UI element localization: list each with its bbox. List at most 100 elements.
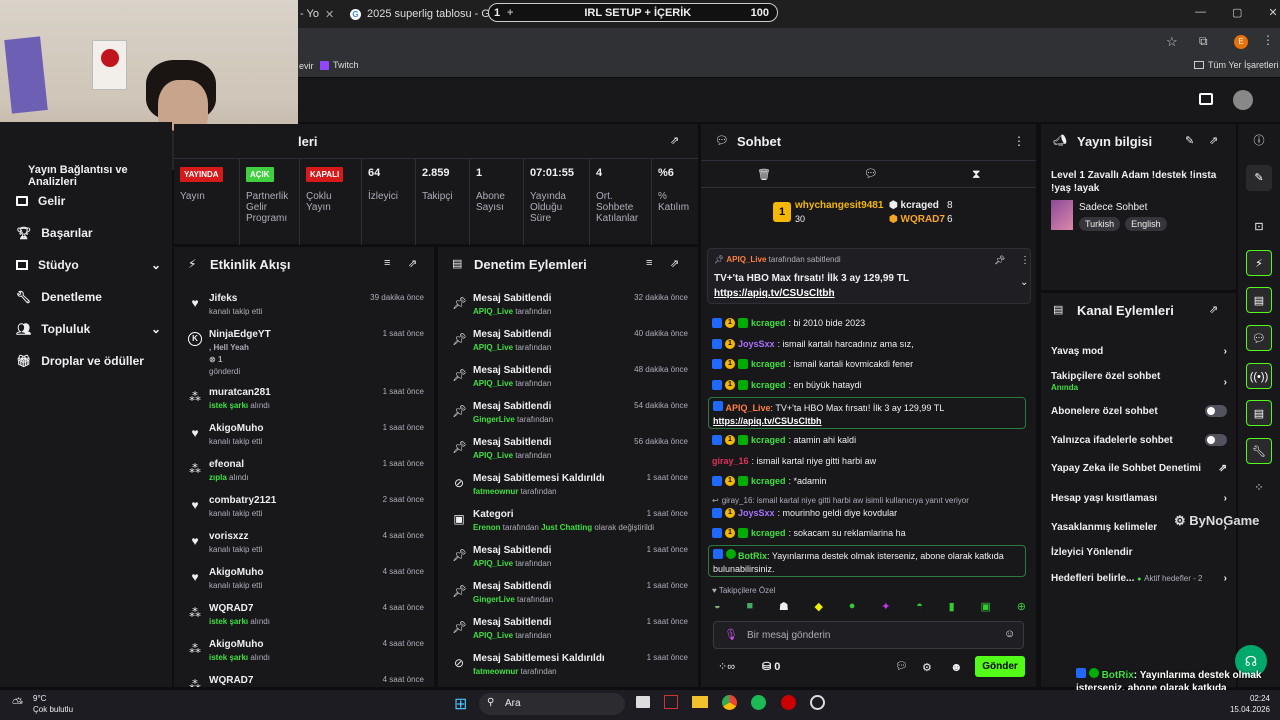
- more-options-icon[interactable]: ⋮: [1013, 134, 1025, 148]
- popout-icon[interactable]: ⇗: [1209, 134, 1218, 147]
- pinned-link[interactable]: https://apiq.tv/CSUsCltbh: [714, 288, 835, 299]
- chevron-down-icon[interactable]: ⌄: [151, 322, 161, 336]
- chat-input[interactable]: 🎙︎ Bir mesaj gönderin ☺: [713, 621, 1024, 649]
- list-item[interactable]: ⊘ Mesaj Sabitlemesi Kaldırıldı fatmeownur …: [442, 473, 694, 509]
- action-slow-mode[interactable]: Yavaş mod ›: [1051, 346, 1227, 357]
- action-subs-only[interactable]: Abonelere özel sohbet: [1051, 405, 1227, 417]
- list-item[interactable]: 📌︎ Mesaj Sabitlendi GingerLive tarafından 1…: [442, 581, 694, 617]
- list-item[interactable]: ⁂ WQRAD7 4 saat önce: [178, 675, 430, 687]
- list-item[interactable]: ♥ Jifeks kanalı takip etti 39 dakika önce: [178, 293, 430, 329]
- list-item[interactable]: ⁂ efeonal zıpla alındı 1 saat önce: [178, 459, 430, 495]
- list-item[interactable]: 📌︎ Mesaj Sabitlendi APIQ_Live tarafından 40…: [442, 329, 694, 365]
- action-account-age[interactable]: Hesap yaşı kısıtlaması ›: [1051, 493, 1227, 504]
- popout-icon[interactable]: ⇗: [670, 257, 679, 270]
- chat-message[interactable]: 1 kcraged: en büyük hataydi: [712, 380, 862, 390]
- edit-icon[interactable]: ✎: [1246, 165, 1272, 191]
- points-display[interactable]: ⛁ 0: [762, 660, 780, 673]
- chat-username[interactable]: JoysSxx: [738, 508, 775, 518]
- list-item[interactable]: ⁂ WQRAD7 istek şarkı alındı 4 saat önce: [178, 603, 430, 639]
- emote-icon[interactable]: ▣: [981, 600, 991, 616]
- close-icon[interactable]: ✕: [325, 8, 334, 21]
- sidebar-item-gelir[interactable]: Gelir: [16, 194, 161, 208]
- tag[interactable]: English: [1125, 217, 1167, 231]
- more-apps-icon[interactable]: ⁘: [1246, 475, 1272, 501]
- bookmark-twitch[interactable]: Twitch: [320, 60, 359, 70]
- chat-username[interactable]: kcraged: [751, 359, 786, 369]
- emote-icon[interactable]: ■: [746, 600, 753, 616]
- action-emote-only[interactable]: Yalnızca ifadelerle sohbet: [1051, 434, 1227, 446]
- emote-icon[interactable]: ◓: [916, 600, 923, 616]
- chat-username[interactable]: giray_16: [712, 456, 749, 466]
- list-item[interactable]: ♥ AkigoMuho kanalı takip etti 4 saat önce: [178, 567, 430, 603]
- chevron-down-icon[interactable]: ⌄: [151, 258, 161, 272]
- bookmark-item[interactable]: evir: [299, 61, 314, 71]
- list-item[interactable]: ⁂ AkigoMuho istek şarkı alındı 4 saat önce: [178, 639, 430, 675]
- category-name[interactable]: Sadece Sohbet: [1079, 202, 1147, 213]
- trash-icon[interactable]: 🗑︎: [757, 168, 771, 181]
- emote-icon[interactable]: ☗: [779, 600, 789, 616]
- sidebar-item-studyo[interactable]: Stüdyo ⌄: [16, 258, 161, 272]
- minimize-icon[interactable]: —: [1195, 6, 1206, 19]
- list-item[interactable]: 📌︎ Mesaj Sabitlendi APIQ_Live tarafından 1 …: [442, 617, 694, 653]
- filter-icon[interactable]: ≡: [646, 257, 652, 269]
- profile-avatar[interactable]: E: [1234, 35, 1248, 49]
- chat-bubble-icon[interactable]: 💬︎: [895, 661, 908, 672]
- mic-icon[interactable]: 🎙︎: [724, 628, 738, 641]
- sidebar-item-denetleme[interactable]: 🔧︎ Denetleme: [16, 290, 161, 304]
- toggle-switch[interactable]: [1205, 405, 1227, 417]
- chat-username[interactable]: kcraged: [751, 380, 786, 390]
- clock-time[interactable]: 02:24: [1218, 694, 1270, 703]
- chat-message[interactable]: 1 kcraged: sokacam su reklamlarina ha: [712, 528, 906, 538]
- list-item[interactable]: ♥ vorisxzz kanalı takip etti 4 saat önce: [178, 531, 430, 567]
- all-bookmarks[interactable]: Tüm Yer İşaretleri: [1194, 60, 1279, 70]
- chat-message[interactable]: 1 JoysSxx: mourinho geldi diye kovdular: [712, 508, 897, 518]
- pin-icon[interactable]: 📌︎: [994, 255, 1005, 266]
- wrench-icon[interactable]: 🔧︎: [1246, 438, 1272, 464]
- chat-bubble-icon[interactable]: 💬︎: [864, 167, 878, 180]
- more-options-icon[interactable]: ⋮: [1020, 255, 1030, 266]
- emote-icon[interactable]: ●: [849, 600, 856, 616]
- maximize-icon[interactable]: ▢: [1232, 6, 1242, 19]
- chevron-down-icon[interactable]: ⌄: [1020, 277, 1028, 288]
- points-icon[interactable]: ⁘∞: [718, 660, 735, 673]
- emote-icon[interactable]: ⊕: [1017, 600, 1026, 616]
- sidebar-item-label[interactable]: Yayın Bağlantısı ve Analizleri: [28, 164, 172, 188]
- list-item[interactable]: 📌︎ Mesaj Sabitlendi APIQ_Live tarafından 1 …: [442, 545, 694, 581]
- chat-message[interactable]: 1 kcraged: bi 2010 bide 2023: [712, 318, 865, 328]
- send-button[interactable]: Gönder: [975, 656, 1025, 677]
- chat-bubble-icon[interactable]: 💬︎: [1246, 325, 1272, 351]
- list-item[interactable]: ♥ AkigoMuho kanalı takip etti 1 saat önce: [178, 423, 430, 459]
- star-icon[interactable]: ☆: [1166, 34, 1178, 50]
- chat-username[interactable]: kcraged: [751, 528, 786, 538]
- action-goals[interactable]: Hedefleri belirle... ● Aktif hedefler - …: [1051, 573, 1227, 584]
- leaderboard-third[interactable]: ⬢ WQRAD7: [889, 214, 945, 225]
- broadcast-icon[interactable]: ((•)): [1246, 363, 1272, 389]
- clipboard-icon[interactable]: ▤: [1246, 287, 1272, 313]
- emote-menu-icon[interactable]: ☻: [950, 660, 963, 674]
- close-window-icon[interactable]: ✕: [1268, 6, 1277, 19]
- list-item[interactable]: ⊘ Mesaj Sabitlemesi Kaldırıldı fatmeownur …: [442, 653, 694, 687]
- gear-icon[interactable]: ⚙︎: [922, 661, 932, 674]
- plus-icon[interactable]: +: [507, 7, 525, 19]
- chrome-icon[interactable]: [722, 695, 737, 710]
- chat-username[interactable]: kcraged: [751, 476, 786, 486]
- tag[interactable]: Turkish: [1079, 217, 1121, 231]
- taskbar-search[interactable]: ⚲ Ara: [479, 693, 625, 715]
- task-view-icon[interactable]: [636, 696, 650, 708]
- popout-icon[interactable]: ⇗: [408, 257, 417, 270]
- leaderboard-second[interactable]: ⬢ kcraged: [889, 200, 939, 211]
- user-avatar[interactable]: [1233, 90, 1253, 110]
- list-item[interactable]: 📌︎ Mesaj Sabitlendi APIQ_Live tarafından 48…: [442, 365, 694, 401]
- pinned-message[interactable]: 📌︎ APIQ_Live tarafından sabitlendi TV+'t…: [707, 248, 1031, 304]
- info-icon[interactable]: ⓘ: [1246, 128, 1272, 154]
- list-item[interactable]: 📌︎ Mesaj Sabitlendi APIQ_Live tarafından 32…: [442, 293, 694, 329]
- hourglass-icon[interactable]: ⧗: [972, 167, 980, 182]
- stream-manager-icon[interactable]: [1199, 93, 1213, 105]
- sidebar-item-topluluk[interactable]: 👥︎ Topluluk ⌄: [16, 322, 161, 336]
- list-item[interactable]: ⁂ muratcan281 istek şarkı alındı 1 saat önc…: [178, 387, 430, 423]
- chat-message-bot[interactable]: BotRix: Yayınlarıma destek olmak isterse…: [708, 545, 1026, 577]
- list-item[interactable]: ♥ combatry2121 kanalı takip etti 2 saat önc…: [178, 495, 430, 531]
- chat-username[interactable]: BotRix: [738, 551, 767, 561]
- leaderboard-first-user[interactable]: whychangesit9481: [795, 200, 883, 211]
- list-item[interactable]: 📌︎ Mesaj Sabitlendi GingerLive tarafından 5…: [442, 401, 694, 437]
